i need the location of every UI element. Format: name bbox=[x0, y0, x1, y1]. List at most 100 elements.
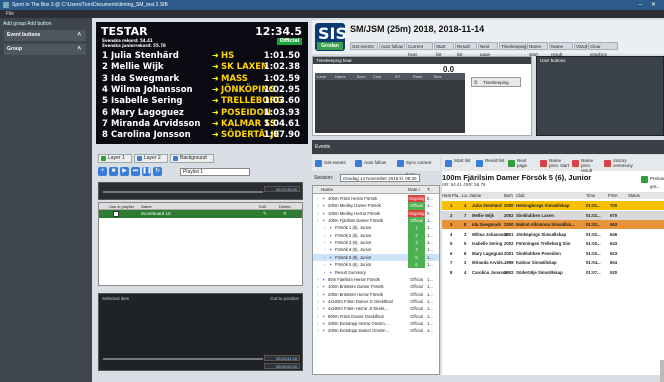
header-button-current-heat[interactable]: Current heat bbox=[406, 42, 433, 57]
event-row[interactable]: › ✦ Försök 2 (6), Junior 2 1... bbox=[313, 231, 439, 239]
header-button-next-page[interactable]: Next page bbox=[478, 42, 498, 57]
expand-icon[interactable]: › bbox=[317, 298, 318, 305]
results-button-name-pres-start[interactable]: Name pres. start bbox=[539, 157, 569, 169]
event-row[interactable]: › ✦ 200m Medley Damer Försök Official 1.… bbox=[313, 202, 439, 210]
expand-icon[interactable]: › bbox=[324, 269, 325, 276]
column-header[interactable]: Name bbox=[470, 192, 504, 199]
section-event-buttons[interactable]: Event buttons ˄ bbox=[4, 30, 86, 41]
event-row[interactable]: › ✦ 100m Bröstsim Damer Försök Official … bbox=[313, 283, 439, 290]
event-row[interactable]: › ✦ 50m Fjärilsim Herrar Försök Official… bbox=[313, 276, 439, 283]
column-header[interactable]: Time bbox=[586, 192, 608, 199]
result-row[interactable]: 3 8 Ida Swegmark 2000 Malmö Allmänna Simsäll… bbox=[442, 220, 664, 229]
results-button-next-page[interactable]: Next page bbox=[507, 157, 537, 169]
column-header[interactable]: La... bbox=[462, 192, 470, 199]
timeline[interactable]: 00:23:30.00 bbox=[98, 182, 303, 200]
event-row[interactable]: › ✦ 400m Fritim Herrar Försök Ongoing 0.… bbox=[313, 195, 439, 203]
section-group[interactable]: Group ˄ bbox=[4, 44, 86, 55]
results-button-name-pres-result[interactable]: Name pres. result bbox=[571, 157, 601, 173]
expand-icon[interactable]: › bbox=[317, 320, 318, 327]
header-button-timekeeping[interactable]: Timekeeping bbox=[499, 42, 527, 50]
result-row[interactable]: 8 4 Carolina Jonsson 2002 Södertälje Simsäll… bbox=[442, 267, 664, 277]
edit-icon[interactable]: ✎ bbox=[263, 210, 267, 218]
preload-graphics-button[interactable]: Preload gra... bbox=[640, 175, 664, 189]
stop-icon[interactable]: ■ bbox=[109, 167, 118, 176]
expand-icon[interactable]: › bbox=[324, 224, 325, 231]
next-icon[interactable]: ⏭ bbox=[131, 167, 140, 176]
left-panel-tools[interactable]: Add group Add button bbox=[3, 21, 51, 27]
loop-icon[interactable]: ↻ bbox=[153, 167, 162, 176]
expand-icon[interactable]: › bbox=[317, 327, 318, 334]
result-row[interactable]: 6 8 Mary Lagoguez 2001 Simklubben Poseidon 01… bbox=[442, 248, 664, 258]
column-header[interactable]: Status bbox=[628, 192, 664, 199]
event-row[interactable]: › ✦ Result Summary bbox=[313, 269, 439, 276]
close-icon[interactable]: ✕ bbox=[651, 0, 656, 10]
expand-icon[interactable]: › bbox=[317, 210, 318, 217]
expand-icon[interactable]: › bbox=[317, 305, 318, 312]
timekeeping-button[interactable]: ⏱ Timekeeping bbox=[471, 77, 521, 87]
column-header[interactable]: Name bbox=[313, 186, 408, 194]
playlist-row[interactable]: Scoreboard 10 ✎ ✕ bbox=[99, 210, 302, 218]
column-header[interactable]: Club bbox=[516, 192, 586, 199]
expand-icon[interactable]: › bbox=[324, 232, 325, 239]
tab-layer-1[interactable]: Layer 1 bbox=[98, 154, 132, 163]
checkbox[interactable] bbox=[113, 211, 119, 217]
session-select[interactable]: Onsdag 14 November 2018 kl. 09:30 bbox=[340, 174, 420, 182]
header-button-clear-graphics[interactable]: Clear graphics bbox=[588, 42, 618, 57]
menu-file[interactable]: File bbox=[6, 11, 14, 17]
add-icon[interactable]: + bbox=[98, 167, 107, 176]
event-row[interactable]: › ✦ 200m Extralopp Herrar Omsim... Offic… bbox=[313, 320, 439, 327]
header-button-name-start[interactable]: Name start bbox=[527, 42, 548, 57]
expand-icon[interactable]: › bbox=[317, 313, 318, 320]
event-row[interactable]: › ✦ Försök 6 (6), Junior 6 1... bbox=[313, 261, 439, 269]
expand-icon[interactable]: › bbox=[324, 246, 325, 253]
results-button-result-list[interactable]: Result list bbox=[475, 157, 505, 169]
expand-icon[interactable]: › bbox=[317, 217, 318, 224]
get-events-button[interactable]: Get events bbox=[314, 157, 346, 169]
result-row[interactable]: 2 7 Mellie Wijk 2002 Simklubben Laxen 01:02..… bbox=[442, 210, 664, 220]
scrollbar[interactable] bbox=[660, 360, 664, 382]
expand-icon[interactable]: › bbox=[324, 254, 325, 261]
result-row[interactable]: 4 3 Wilma Johansson 2001 Jönköpings Simsälls… bbox=[442, 229, 664, 239]
result-row[interactable]: 7 2 Miranda Arvids... 1998 Kalmar Simsällska… bbox=[442, 258, 664, 267]
tab-background[interactable]: Background bbox=[170, 154, 214, 163]
column-header[interactable]: Heat Pla... bbox=[442, 192, 462, 199]
delete-icon[interactable]: ✕ bbox=[283, 210, 287, 218]
event-row[interactable]: › ✦ Försök 3 (6), Junior 3 1... bbox=[313, 239, 439, 247]
event-row[interactable]: › ✦ Försök 4 (6), Junior 4 1... bbox=[313, 246, 439, 254]
result-row[interactable]: 1 4 Julia Stenhärd 2000 Helsingborgs Simsäll… bbox=[442, 201, 664, 210]
column-header[interactable]: Date / Ti... bbox=[408, 186, 427, 200]
result-row[interactable]: 5 5 Isabelle Sering 2002 Föreningen Trellebo… bbox=[442, 239, 664, 248]
selected-timeline-track[interactable] bbox=[103, 358, 263, 360]
header-button-auto-follow[interactable]: Auto follow bbox=[379, 42, 405, 50]
expand-icon[interactable]: › bbox=[317, 283, 318, 290]
event-row[interactable]: › ✦ 4x200m Fritim Herrar Jr Direkt... Of… bbox=[313, 305, 439, 312]
tab-layer-2[interactable]: Layer 2 bbox=[134, 154, 168, 163]
expand-icon[interactable]: › bbox=[317, 202, 318, 209]
expand-icon[interactable]: › bbox=[317, 291, 318, 298]
expand-icon[interactable]: › bbox=[317, 276, 318, 283]
column-header[interactable]: FINA bbox=[608, 192, 628, 199]
event-row[interactable]: › ✦ Försök 1 (6), Junior 1 1... bbox=[313, 224, 439, 232]
expand-icon[interactable]: › bbox=[324, 239, 325, 246]
timeline-track[interactable] bbox=[103, 191, 263, 193]
event-row[interactable]: › ✦ 200m Bröstsim Herrar Försök Official… bbox=[313, 291, 439, 298]
header-button-result-list[interactable]: Result list bbox=[455, 42, 477, 57]
header-button-name-result[interactable]: Name result bbox=[549, 42, 573, 57]
column-header[interactable]: Born bbox=[504, 192, 516, 199]
event-row[interactable]: › ✦ 200m Extralopp Damer Omsim... Offici… bbox=[313, 327, 439, 334]
event-row[interactable]: › ✦ 800m Fritim Damer Direktfinal Offici… bbox=[313, 313, 439, 320]
event-row[interactable]: › ✦ Försök 5 (6), Junior 5 1... bbox=[313, 253, 439, 261]
pause-icon[interactable]: ❚❚ bbox=[142, 167, 152, 176]
cut-to-position-button[interactable]: Cut to position bbox=[270, 296, 299, 301]
expand-icon[interactable]: › bbox=[317, 195, 318, 202]
column-header[interactable]: T... bbox=[427, 186, 439, 194]
expand-icon[interactable]: › bbox=[324, 261, 325, 268]
header-button-victory[interactable]: Victory bbox=[574, 42, 590, 50]
minimize-icon[interactable]: – bbox=[639, 0, 642, 10]
event-row[interactable]: › ✦ 100m Medley Herrar Försök Ongoing 0.… bbox=[313, 209, 439, 217]
header-button-get-events[interactable]: Get events bbox=[350, 42, 378, 50]
playlist-select[interactable]: Playlist 1 bbox=[180, 168, 250, 176]
auto-follow-button[interactable]: Auto follow bbox=[354, 157, 386, 169]
results-button-start-list[interactable]: Start list bbox=[444, 157, 474, 169]
results-button-victory-ceremony[interactable]: Victory ceremony bbox=[603, 157, 633, 169]
